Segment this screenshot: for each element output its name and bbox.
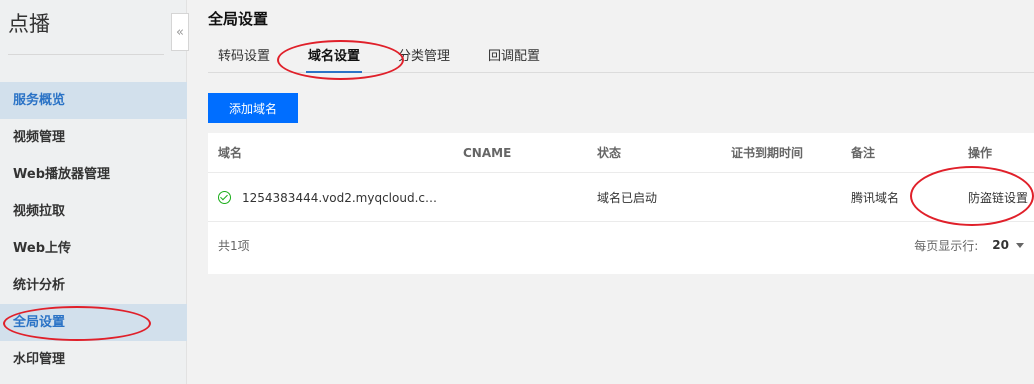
page-size-label: 每页显示行: bbox=[914, 238, 979, 253]
check-circle-icon bbox=[218, 191, 231, 204]
sidebar-item-global-settings[interactable]: 全局设置 bbox=[0, 304, 187, 341]
hotlink-protection-link[interactable]: 防盗链设置 bbox=[968, 174, 1028, 221]
sidebar-item-watermark[interactable]: 水印管理 bbox=[0, 341, 187, 378]
domain-cell: 1254383444.vod2.myqcloud.c… bbox=[218, 174, 437, 221]
add-domain-button[interactable]: 添加域名 bbox=[208, 93, 298, 123]
sidebar: 点播 « 服务概览 视频管理 Web播放器管理 视频拉取 Web上传 统计分析 … bbox=[0, 0, 189, 384]
status-cell: 域名已启动 bbox=[597, 191, 658, 205]
tab-category-management[interactable]: 分类管理 bbox=[388, 40, 460, 72]
sidebar-item-video-management[interactable]: 视频管理 bbox=[0, 119, 187, 156]
tab-domain-settings[interactable]: 域名设置 bbox=[298, 40, 370, 73]
sidebar-nav: 服务概览 视频管理 Web播放器管理 视频拉取 Web上传 统计分析 全局设置 … bbox=[0, 82, 187, 378]
remark-cell: 腾讯域名 bbox=[851, 191, 900, 205]
app-title: 点播 bbox=[8, 12, 50, 36]
tab-bar: 转码设置 域名设置 分类管理 回调配置 bbox=[208, 40, 1034, 73]
column-header-cname: CNAME bbox=[463, 145, 512, 160]
divider bbox=[8, 54, 164, 55]
column-header-action: 操作 bbox=[968, 146, 993, 160]
page-size-selector[interactable]: 每页显示行: 20 bbox=[914, 223, 1024, 267]
column-header-cert-expiry: 证书到期时间 bbox=[731, 146, 804, 160]
total-count: 共1项 bbox=[218, 238, 250, 253]
tab-callback-config[interactable]: 回调配置 bbox=[478, 40, 550, 72]
caret-down-icon[interactable] bbox=[1016, 242, 1024, 248]
sidebar-item-video-pull[interactable]: 视频拉取 bbox=[0, 193, 187, 230]
sidebar-item-web-player[interactable]: Web播放器管理 bbox=[0, 156, 187, 193]
table-header: 域名 CNAME 状态 证书到期时间 备注 操作 bbox=[208, 133, 1034, 173]
page-size-value[interactable]: 20 bbox=[992, 238, 1009, 252]
column-header-status: 状态 bbox=[597, 146, 622, 160]
main-content: 全局设置 转码设置 域名设置 分类管理 回调配置 添加域名 域名 CNAME 状… bbox=[188, 0, 1034, 384]
column-header-domain: 域名 bbox=[218, 146, 243, 160]
domain-table: 域名 CNAME 状态 证书到期时间 备注 操作 1254383444.vod2… bbox=[208, 133, 1034, 274]
table-row: 1254383444.vod2.myqcloud.c… 域名已启动 腾讯域名 防… bbox=[208, 174, 1034, 222]
domain-name: 1254383444.vod2.myqcloud.c… bbox=[242, 190, 437, 205]
table-footer: 共1项 每页显示行: 20 bbox=[208, 223, 1034, 267]
sidebar-item-statistics[interactable]: 统计分析 bbox=[0, 267, 187, 304]
sidebar-item-overview[interactable]: 服务概览 bbox=[0, 82, 187, 119]
page-title: 全局设置 bbox=[208, 10, 269, 28]
column-header-remark: 备注 bbox=[851, 146, 876, 160]
tab-transcode-settings[interactable]: 转码设置 bbox=[208, 40, 280, 72]
sidebar-item-web-upload[interactable]: Web上传 bbox=[0, 230, 187, 267]
collapse-sidebar-button[interactable]: « bbox=[171, 13, 189, 51]
